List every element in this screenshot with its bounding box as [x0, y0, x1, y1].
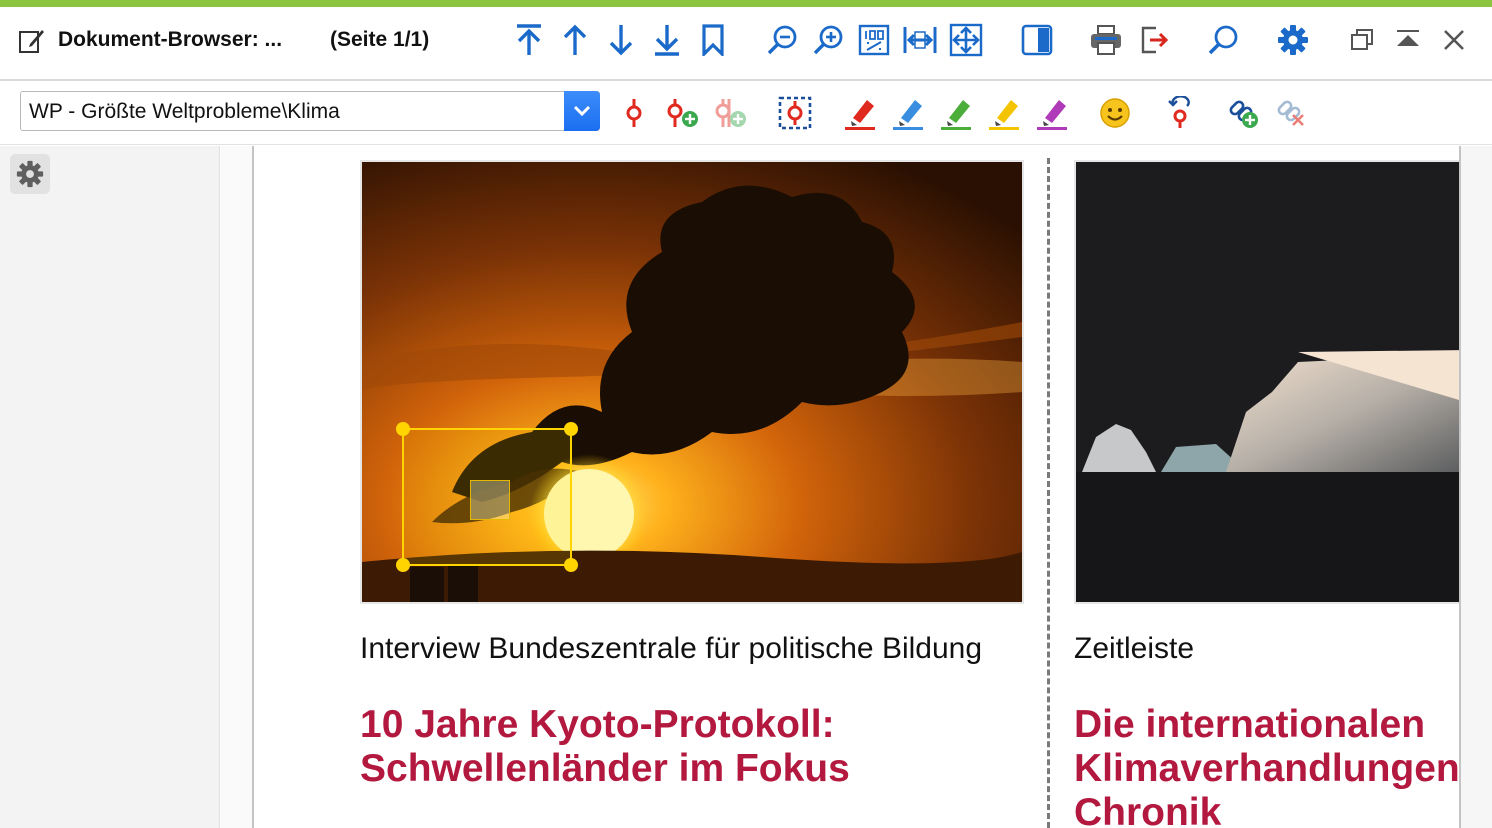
print-icon[interactable]: [1088, 22, 1124, 58]
article-image-iceberg: [1074, 160, 1460, 604]
prev-page-icon[interactable]: [557, 22, 593, 58]
area-select-icon[interactable]: [775, 93, 815, 133]
add-link-icon[interactable]: [1224, 93, 1264, 133]
remove-link-icon[interactable]: [1272, 93, 1312, 133]
selection-handle[interactable]: [564, 558, 578, 572]
sidebar-settings-icon[interactable]: [10, 154, 50, 194]
highlighter-red-icon[interactable]: [840, 93, 880, 133]
accent-bar: [0, 0, 1492, 7]
fit-page-icon[interactable]: [948, 22, 984, 58]
zoom-100-icon[interactable]: [856, 22, 892, 58]
new-code-icon[interactable]: [662, 93, 702, 133]
last-page-icon[interactable]: [649, 22, 685, 58]
article-caption: Interview Bundeszentrale für politische …: [360, 632, 983, 665]
in-vivo-code-icon[interactable]: [710, 93, 750, 133]
highlighter-purple-icon[interactable]: [1032, 93, 1072, 133]
next-page-icon[interactable]: [603, 22, 639, 58]
panel-toggle-icon[interactable]: [1019, 22, 1055, 58]
selection-handle[interactable]: [396, 422, 410, 436]
window-title: Dokument-Browser: ...: [58, 28, 283, 51]
article-headline-line[interactable]: Die internationalen: [1074, 702, 1425, 747]
close-icon[interactable]: [1436, 22, 1472, 58]
document-edit-icon: [16, 26, 46, 56]
coding-toolbar: WP - Größte Weltprobleme\Klima: [0, 83, 1492, 145]
chevron-down-icon[interactable]: [564, 91, 600, 131]
selection-move-handle[interactable]: [470, 480, 510, 520]
settings-icon[interactable]: [1275, 22, 1311, 58]
first-page-icon[interactable]: [511, 22, 547, 58]
article-headline-line[interactable]: Chronik: [1074, 790, 1221, 828]
restore-window-icon[interactable]: [1344, 22, 1380, 58]
undo-coding-icon[interactable]: [1160, 93, 1200, 133]
document-content: Interview Bundeszentrale für politische …: [256, 146, 1460, 828]
bookmark-icon[interactable]: [695, 22, 731, 58]
image-area-selection[interactable]: [396, 422, 578, 572]
selection-handle[interactable]: [564, 422, 578, 436]
column-divider: [1047, 158, 1050, 828]
article-headline-line[interactable]: Schwellenländer im Fokus: [360, 746, 850, 791]
selection-handle[interactable]: [396, 558, 410, 572]
code-margin: [221, 146, 254, 828]
fit-width-icon[interactable]: [902, 22, 938, 58]
export-icon[interactable]: [1136, 22, 1172, 58]
emoticode-icon[interactable]: [1095, 93, 1135, 133]
zoom-out-icon[interactable]: [764, 22, 800, 58]
highlighter-yellow-icon[interactable]: [984, 93, 1024, 133]
search-icon[interactable]: [1205, 22, 1241, 58]
right-scroll-edge: [1459, 146, 1492, 828]
highlighter-green-icon[interactable]: [936, 93, 976, 133]
code-selector[interactable]: WP - Größte Weltprobleme\Klima: [20, 91, 600, 131]
code-icon[interactable]: [614, 93, 654, 133]
highlighter-blue-icon[interactable]: [888, 93, 928, 133]
title-toolbar: Dokument-Browser: ... (Seite 1/1): [0, 7, 1492, 81]
page-indicator: (Seite 1/1): [330, 28, 430, 51]
sidebar: [0, 146, 220, 828]
collapse-icon[interactable]: [1390, 22, 1426, 58]
article-headline-line[interactable]: Klimaverhandlungen: [1074, 746, 1460, 791]
zoom-in-icon[interactable]: [810, 22, 846, 58]
article-caption: Zeitleiste: [1074, 632, 1195, 665]
code-selector-value: WP - Größte Weltprobleme\Klima: [29, 100, 340, 123]
article-headline-line[interactable]: 10 Jahre Kyoto-Protokoll:: [360, 702, 835, 747]
